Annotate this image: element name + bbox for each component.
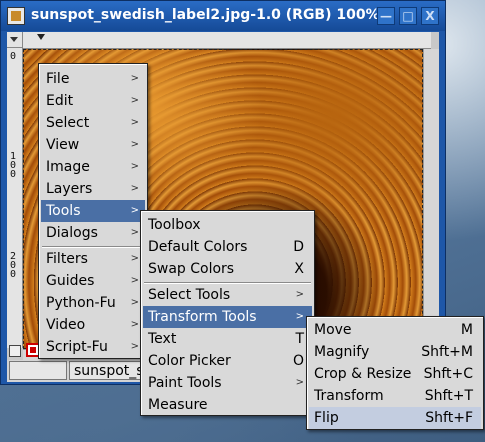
submenu-arrow-icon: > [130,183,139,194]
submenu-arrow-icon: > [130,297,139,308]
menu-item-tools[interactable]: Tools > [41,200,145,222]
menu-item-label: Tools [46,203,81,219]
tools-submenu: Toolbox Default Colors D Swap Colors X Sel… [140,210,315,416]
submenu-arrow-icon: > [130,139,139,150]
menu-item-shortcut: X [294,261,304,277]
submenu-arrow-icon: > [130,253,139,264]
menu-item-label: Layers [46,181,93,197]
menu-item-filters[interactable]: Filters > [41,248,145,270]
menu-item-flip[interactable]: Flip Shft+F [309,407,481,429]
minimize-button[interactable]: — [377,7,395,25]
menu-item-label: Toolbox [148,217,201,233]
menu-item-color-picker[interactable]: Color Picker O [143,350,312,372]
menu-item-shortcut: D [293,239,304,255]
window-title: sunspot_swedish_label2.jpg-1.0 (RGB) 100… [31,7,380,23]
menu-item-label: Measure [148,397,208,413]
vertical-ruler[interactable]: 0 100 200 [7,48,23,348]
menu-item-label: Guides [46,273,95,289]
menu-item-label: Paint Tools [148,375,222,391]
quick-mask-icon[interactable] [9,345,21,357]
submenu-arrow-icon: > [295,377,304,388]
submenu-arrow-icon: > [130,275,139,286]
menu-item-script-fu[interactable]: Script-Fu > [41,336,145,358]
menu-item-shortcut: T [295,331,304,347]
menu-item-label: Text [148,331,177,347]
submenu-arrow-icon: > [130,161,139,172]
menu-item-label: Crop & Resize [314,366,412,382]
menu-item-measure[interactable]: Measure [143,394,312,416]
menu-item-label: File [46,71,70,87]
ruler-label-0: 0 [10,51,17,62]
menu-item-toolbox[interactable]: Toolbox [143,214,312,236]
menu-item-default-colors[interactable]: Default Colors D [143,236,312,258]
menu-item-label: Color Picker [148,353,231,369]
window-menu-icon[interactable] [7,7,25,25]
ruler-label-200: 200 [10,251,17,280]
menu-item-image[interactable]: Image > [41,156,145,178]
menu-item-magnify[interactable]: Magnify Shft+M [309,341,481,363]
menu-item-transform-tools[interactable]: Transform Tools > [143,306,312,328]
menu-item-move[interactable]: Move M [309,319,481,341]
menu-item-paint-tools[interactable]: Paint Tools > [143,372,312,394]
menu-arrow-button[interactable] [7,32,23,48]
menu-item-select-tools[interactable]: Select Tools > [143,284,312,306]
submenu-arrow-icon: > [130,319,139,330]
image-context-menu: File > Edit > Select > View > Image > Layers >… [38,63,148,359]
menu-item-label: Video [46,317,86,333]
menu-item-label: View [46,137,80,153]
menu-item-shortcut: M [460,322,473,338]
menu-item-transform[interactable]: Transform Shft+T [309,385,481,407]
menu-item-label: Select Tools [148,287,231,303]
menu-item-shortcut: Shft+T [424,388,473,404]
menu-item-shortcut: Shft+C [423,366,473,382]
menu-item-label: Transform Tools [148,309,257,325]
menu-item-label: Move [314,322,352,338]
submenu-arrow-icon: > [130,205,139,216]
menu-item-label: Transform [314,388,384,404]
menu-item-view[interactable]: View > [41,134,145,156]
menu-item-python-fu[interactable]: Python-Fu > [41,292,145,314]
menu-item-shortcut: Shft+F [425,410,473,426]
ruler-marker-icon [37,34,45,40]
menu-item-layers[interactable]: Layers > [41,178,145,200]
menu-item-label: Dialogs [46,225,98,241]
transform-tools-submenu: Move M Magnify Shft+M Crop & Resize Shft+C … [306,316,484,430]
submenu-arrow-icon: > [130,73,139,84]
maximize-button[interactable]: □ [399,7,417,25]
menu-item-label: Edit [46,93,74,109]
menu-item-swap-colors[interactable]: Swap Colors X [143,258,312,280]
menu-item-label: Flip [314,410,339,426]
submenu-arrow-icon: > [130,117,139,128]
vertical-scrollbar[interactable] [423,49,439,349]
ruler-label-100: 100 [10,151,17,180]
menu-item-dialogs[interactable]: Dialogs > [41,222,145,244]
unit-selector[interactable] [9,361,67,380]
menu-item-guides[interactable]: Guides > [41,270,145,292]
menu-item-crop-resize[interactable]: Crop & Resize Shft+C [309,363,481,385]
menu-item-text[interactable]: Text T [143,328,312,350]
menu-item-label: Python-Fu [46,295,116,311]
menu-item-label: Filters [46,251,88,267]
menu-item-shortcut: O [292,353,304,369]
close-button[interactable]: X [421,7,439,25]
submenu-arrow-icon: > [130,95,139,106]
menu-item-file[interactable]: File > [41,68,145,90]
menu-item-video[interactable]: Video > [41,314,145,336]
submenu-arrow-icon: > [295,289,304,300]
menu-item-label: Image [46,159,90,175]
menu-item-label: Select [46,115,90,131]
menu-item-shortcut: Shft+M [421,344,473,360]
title-bar[interactable]: sunspot_swedish_label2.jpg-1.0 (RGB) 100… [1,1,445,31]
menu-item-label: Default Colors [148,239,248,255]
menu-item-label: Magnify [314,344,370,360]
menu-item-label: Swap Colors [148,261,235,277]
submenu-arrow-icon: > [130,227,139,238]
submenu-arrow-icon: > [130,341,139,352]
menu-item-select[interactable]: Select > [41,112,145,134]
menu-item-label: Script-Fu [46,339,108,355]
menu-item-edit[interactable]: Edit > [41,90,145,112]
horizontal-ruler[interactable] [23,32,431,49]
submenu-arrow-icon: > [295,311,304,322]
triangle-down-icon [10,37,18,42]
